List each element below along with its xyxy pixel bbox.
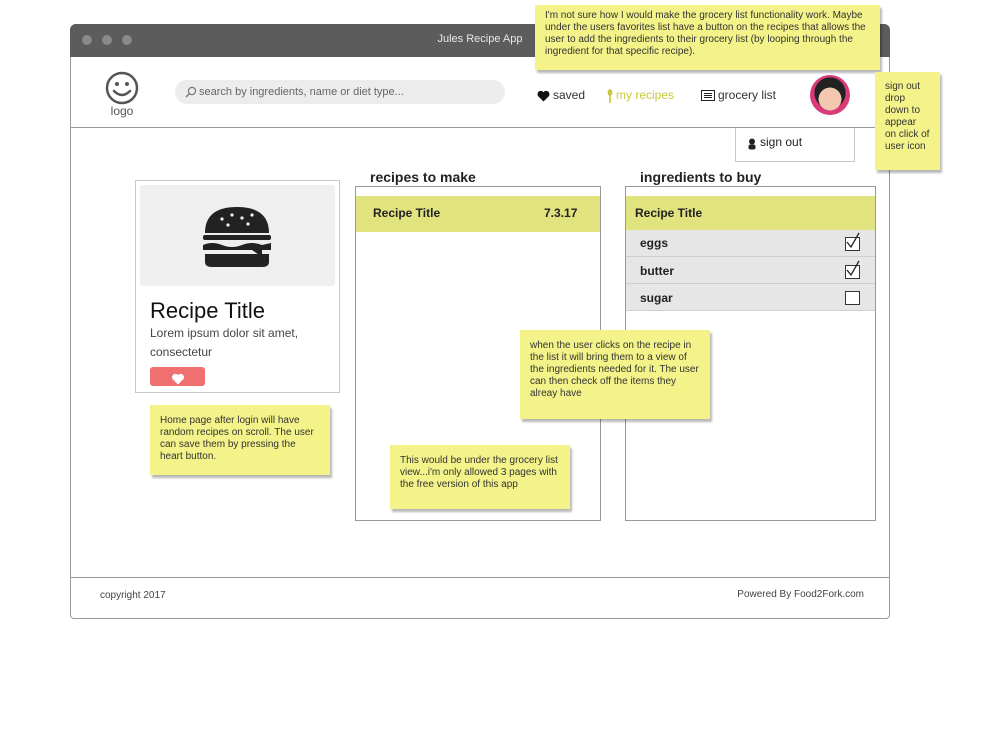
recipe-card-title[interactable]: Recipe Title	[150, 298, 265, 324]
nav-saved-label: saved	[553, 88, 586, 102]
heart-icon	[537, 90, 550, 102]
recipe-list-date: 7.3.17	[544, 206, 578, 220]
list-icon	[701, 90, 715, 102]
recipe-list-title[interactable]: Recipe Title	[373, 206, 440, 220]
ingredients-recipe-title: Recipe Title	[635, 206, 703, 220]
heart-icon	[171, 373, 184, 384]
header-divider	[71, 127, 889, 128]
ingredient-name: eggs	[640, 236, 669, 250]
annotation-note-grocery-functionality: I'm not sure how I would make the grocer…	[535, 5, 880, 70]
user-avatar[interactable]	[810, 75, 850, 115]
signout-link[interactable]: sign out	[760, 135, 802, 149]
nav-my-recipes[interactable]: my recipes	[607, 87, 674, 103]
search-input[interactable]	[199, 83, 489, 101]
annotation-note-home: Home page after login will have random r…	[150, 405, 330, 475]
annotation-note-signout: sign out drop down to appear on click of…	[875, 72, 940, 170]
checkmark-icon	[846, 232, 860, 249]
annotation-note-free-version: This would be under the grocery list vie…	[390, 445, 570, 509]
powered-by-link[interactable]: Powered By Food2Fork.com	[700, 589, 864, 600]
nav-grocery-list[interactable]: grocery list	[701, 87, 776, 103]
annotation-note-list-view: when the user clicks on the recipe in th…	[520, 330, 710, 419]
user-icon	[748, 138, 756, 150]
smiley-logo-icon[interactable]	[105, 71, 139, 105]
save-heart-button[interactable]	[150, 367, 205, 386]
search-icon	[185, 86, 197, 98]
nav-saved[interactable]: saved	[537, 87, 585, 103]
burger-icon	[203, 207, 271, 267]
copyright-text: copyright 2017	[100, 590, 166, 601]
nav-grocery-list-label: grocery list	[718, 88, 777, 102]
ingredient-name: butter	[640, 264, 674, 278]
recipes-to-make-legend: recipes to make	[366, 169, 480, 185]
ingredients-to-buy-legend: ingredients to buy	[636, 169, 766, 185]
footer-divider	[71, 577, 889, 578]
nav-my-recipes-label: my recipes	[616, 88, 675, 102]
recipe-card-description: Lorem ipsum dolor sit amet, consectetur	[150, 326, 299, 359]
logo-label: logo	[110, 104, 134, 118]
ingredient-checkbox[interactable]	[845, 291, 860, 305]
checkmark-icon	[846, 260, 860, 277]
ingredient-name: sugar	[640, 291, 673, 305]
spoon-icon	[607, 89, 613, 103]
